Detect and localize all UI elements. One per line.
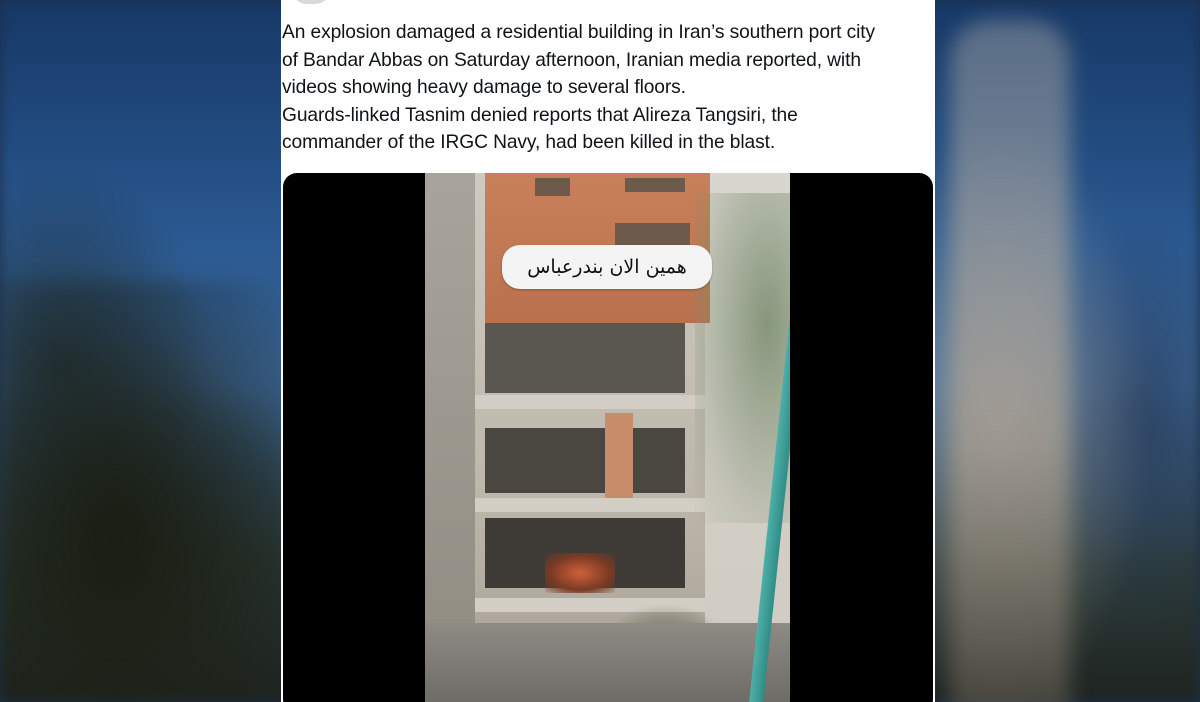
tweet-text-line: commander of the IRGC Navy, had been kil… bbox=[282, 132, 776, 153]
video-caption-overlay: همین الان بندرعباس bbox=[502, 245, 712, 289]
tweet-video[interactable]: همین الان بندرعباس bbox=[283, 173, 933, 702]
video-damaged-floor bbox=[485, 428, 685, 493]
video-pillar bbox=[605, 413, 633, 503]
video-fire bbox=[545, 553, 615, 593]
video-damaged-floor bbox=[485, 323, 685, 393]
tweet-text: An explosion damaged a residential build… bbox=[282, 19, 927, 157]
video-frame[interactable]: همین الان بندرعباس bbox=[425, 173, 790, 702]
avatar[interactable] bbox=[291, 0, 331, 4]
tweet-text-line: videos showing heavy damage to several f… bbox=[282, 77, 686, 98]
video-window bbox=[625, 178, 685, 192]
tweet-text-line: Guards-linked Tasnim denied reports that… bbox=[282, 104, 798, 126]
screenshot-stage: An explosion damaged a residential build… bbox=[0, 0, 1200, 702]
tweet-text-line: of Bandar Abbas on Saturday afternoon, I… bbox=[282, 49, 861, 71]
tweet-card: An explosion damaged a residential build… bbox=[281, 0, 935, 702]
tweet-text-line: An explosion damaged a residential build… bbox=[282, 22, 875, 43]
video-slab bbox=[475, 498, 705, 512]
video-ground bbox=[425, 623, 790, 702]
video-slab bbox=[475, 395, 705, 409]
video-window bbox=[535, 178, 570, 196]
backdrop-trees bbox=[0, 280, 290, 702]
backdrop-tower bbox=[950, 20, 1070, 702]
